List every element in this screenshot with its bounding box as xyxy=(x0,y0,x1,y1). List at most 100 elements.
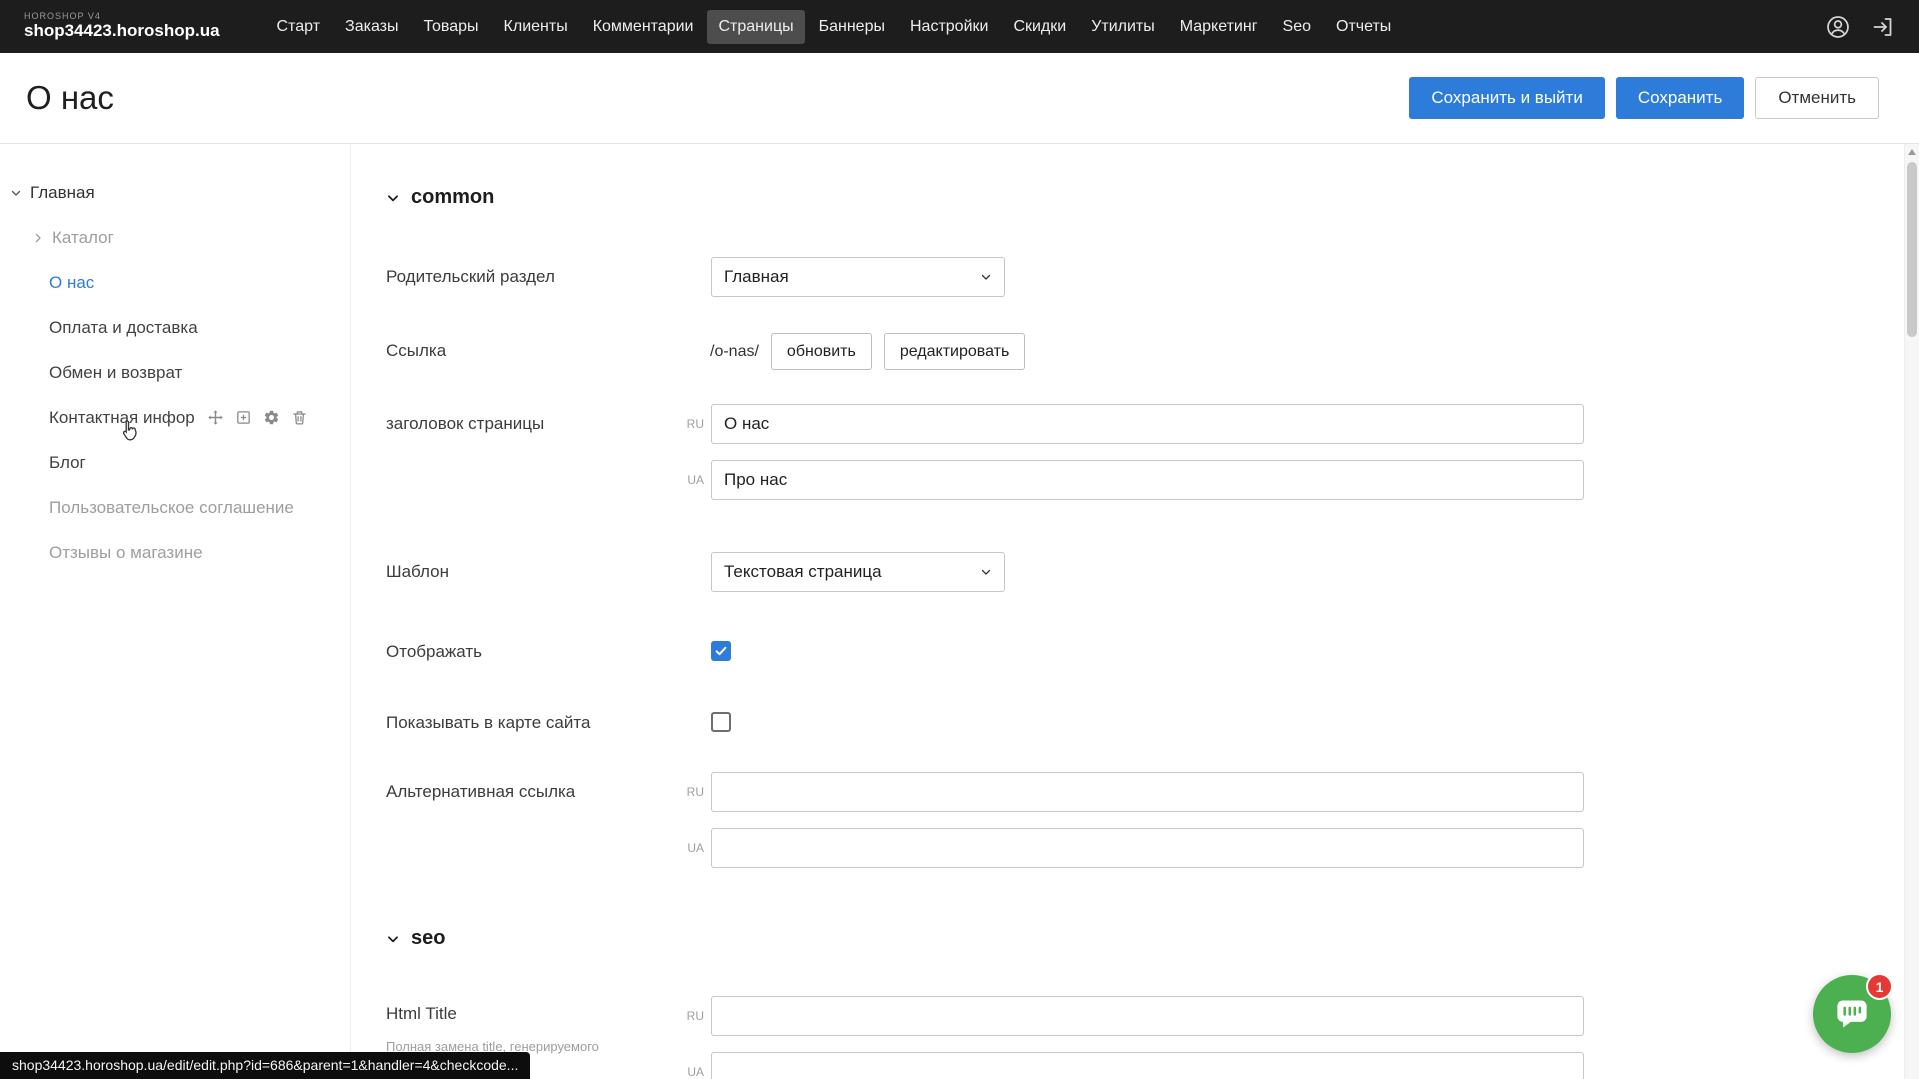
logout-icon[interactable] xyxy=(1871,15,1895,39)
sidebar-item-label: Обмен и возврат xyxy=(49,363,182,383)
sidebar-item-label: Каталог xyxy=(52,228,114,248)
select-value: Главная xyxy=(724,267,789,287)
tree-item-actions xyxy=(207,409,308,426)
scroll-up-arrow-icon[interactable] xyxy=(1908,149,1916,155)
sidebar-item-label: Блог xyxy=(49,453,86,473)
logo-domain: shop34423.horoshop.ua xyxy=(24,22,220,41)
nav-item-utilities[interactable]: Утилиты xyxy=(1080,10,1166,44)
field-label: Html Title xyxy=(386,996,678,1024)
nav-item-comments[interactable]: Комментарии xyxy=(582,10,705,44)
display-checkbox[interactable] xyxy=(711,641,731,661)
nav-item-marketing[interactable]: Маркетинг xyxy=(1169,10,1269,44)
user-account-icon[interactable] xyxy=(1825,14,1851,40)
sidebar-item-about-us[interactable]: О нас xyxy=(0,260,350,305)
section-common-header[interactable]: common xyxy=(386,186,1919,209)
sidebar-item-payment-delivery[interactable]: Оплата и доставка xyxy=(0,305,350,350)
page-header: О нас Сохранить и выйти Сохранить Отмени… xyxy=(0,53,1919,144)
section-title: common xyxy=(411,186,494,209)
field-row-html-title: Html Title Полная замена title, генериру… xyxy=(386,996,1919,1079)
field-row-alt-link: Альтернативная ссылка RU UA xyxy=(386,772,1919,868)
page-title-ru-input[interactable] xyxy=(711,404,1584,444)
lang-tag-ru: RU xyxy=(678,785,704,799)
chat-icon xyxy=(1834,997,1870,1031)
sidebar-item-label: Отзывы о магазине xyxy=(49,543,203,563)
sidebar-item-label: Главная xyxy=(30,183,95,203)
checkmark-icon xyxy=(714,644,728,658)
top-navigation: Старт Заказы Товары Клиенты Комментарии … xyxy=(266,10,1403,44)
add-icon[interactable] xyxy=(235,409,252,426)
lang-tag-ru: RU xyxy=(678,417,704,431)
app-logo[interactable]: HOROSHOP V4 shop34423.horoshop.ua xyxy=(24,12,220,41)
move-icon[interactable] xyxy=(207,409,224,426)
nav-item-pages[interactable]: Страницы xyxy=(707,10,804,44)
field-row-page-title: заголовок страницы RU UA xyxy=(386,404,1919,500)
page-edit-form: common Родительский раздел Главная Ссылк… xyxy=(351,144,1919,1079)
field-row-template: Шаблон Текстовая страница xyxy=(386,552,1919,592)
select-value: Текстовая страница xyxy=(724,562,882,582)
alt-link-ua-input[interactable] xyxy=(711,828,1584,868)
field-label: Отображать xyxy=(386,641,678,662)
section-title: seo xyxy=(411,927,445,950)
header-actions: Сохранить и выйти Сохранить Отменить xyxy=(1409,77,1893,119)
status-url-tooltip: shop34423.horoshop.ua/edit/edit.php?id=6… xyxy=(0,1052,530,1079)
sidebar-item-label: О нас xyxy=(49,273,94,293)
lang-tag-ru: RU xyxy=(678,1009,704,1023)
link-path-value: /o-nas/ xyxy=(710,343,759,361)
page-title: О нас xyxy=(26,79,114,117)
sidebar-item-catalog[interactable]: Каталог xyxy=(0,215,350,260)
sidebar-item-label: Оплата и доставка xyxy=(49,318,198,338)
sidebar-item-label: Контактная инфор xyxy=(49,408,195,428)
refresh-link-button[interactable]: обновить xyxy=(771,333,872,370)
content-area: Главная Каталог О нас Оплата и доставка … xyxy=(0,144,1919,1079)
template-select[interactable]: Текстовая страница xyxy=(711,552,1005,592)
nav-item-products[interactable]: Товары xyxy=(413,10,490,44)
field-label: заголовок страницы xyxy=(386,404,678,500)
page-title-ua-input[interactable] xyxy=(711,460,1584,500)
field-label: Альтернативная ссылка xyxy=(386,772,678,868)
field-row-parent-section: Родительский раздел Главная xyxy=(386,257,1919,297)
save-button[interactable]: Сохранить xyxy=(1616,77,1744,119)
sitemap-checkbox[interactable] xyxy=(711,712,731,732)
nav-item-start[interactable]: Старт xyxy=(266,10,331,44)
sidebar-item-user-agreement[interactable]: Пользовательское соглашение xyxy=(0,485,350,530)
sidebar-item-exchange-return[interactable]: Обмен и возврат xyxy=(0,350,350,395)
nav-item-banners[interactable]: Баннеры xyxy=(808,10,896,44)
field-label: Ссылка xyxy=(386,333,678,370)
lang-tag-ua: UA xyxy=(678,1065,704,1079)
settings-icon[interactable] xyxy=(263,409,280,426)
save-and-exit-button[interactable]: Сохранить и выйти xyxy=(1409,77,1604,119)
chevron-down-icon xyxy=(386,932,400,946)
html-title-ru-input[interactable] xyxy=(711,996,1584,1036)
vertical-scrollbar[interactable] xyxy=(1904,144,1919,1079)
pages-tree-sidebar: Главная Каталог О нас Оплата и доставка … xyxy=(0,144,351,1079)
nav-item-discounts[interactable]: Скидки xyxy=(1002,10,1077,44)
nav-item-reports[interactable]: Отчеты xyxy=(1325,10,1402,44)
chevron-right-icon xyxy=(32,232,47,244)
sidebar-item-label: Пользовательское соглашение xyxy=(49,498,294,518)
field-row-link: Ссылка /o-nas/ обновить редактировать xyxy=(386,333,1919,370)
nav-item-seo[interactable]: Seo xyxy=(1272,10,1322,44)
section-seo-header[interactable]: seo xyxy=(386,927,1919,950)
edit-link-button[interactable]: редактировать xyxy=(884,333,1025,370)
cancel-button[interactable]: Отменить xyxy=(1755,77,1879,119)
chevron-down-icon xyxy=(386,191,400,205)
chat-widget-button[interactable]: 1 xyxy=(1813,975,1891,1053)
nav-item-orders[interactable]: Заказы xyxy=(334,10,409,44)
sidebar-item-store-reviews[interactable]: Отзывы о магазине xyxy=(0,530,350,575)
sidebar-item-contact-info[interactable]: Контактная инфор xyxy=(0,395,350,440)
field-label: Показывать в карте сайта xyxy=(386,712,678,733)
delete-icon[interactable] xyxy=(291,409,308,426)
chevron-down-icon xyxy=(980,271,992,283)
sidebar-item-home[interactable]: Главная xyxy=(0,170,350,215)
scrollbar-thumb[interactable] xyxy=(1907,162,1917,337)
chevron-down-icon xyxy=(10,187,25,199)
sidebar-item-blog[interactable]: Блог xyxy=(0,440,350,485)
nav-item-clients[interactable]: Клиенты xyxy=(493,10,579,44)
alt-link-ru-input[interactable] xyxy=(711,772,1584,812)
parent-section-select[interactable]: Главная xyxy=(711,257,1005,297)
field-row-display: Отображать xyxy=(386,641,1919,662)
chevron-down-icon xyxy=(980,566,992,578)
html-title-ua-input[interactable] xyxy=(711,1052,1584,1079)
lang-tag-ua: UA xyxy=(678,473,704,487)
nav-item-settings[interactable]: Настройки xyxy=(899,10,999,44)
